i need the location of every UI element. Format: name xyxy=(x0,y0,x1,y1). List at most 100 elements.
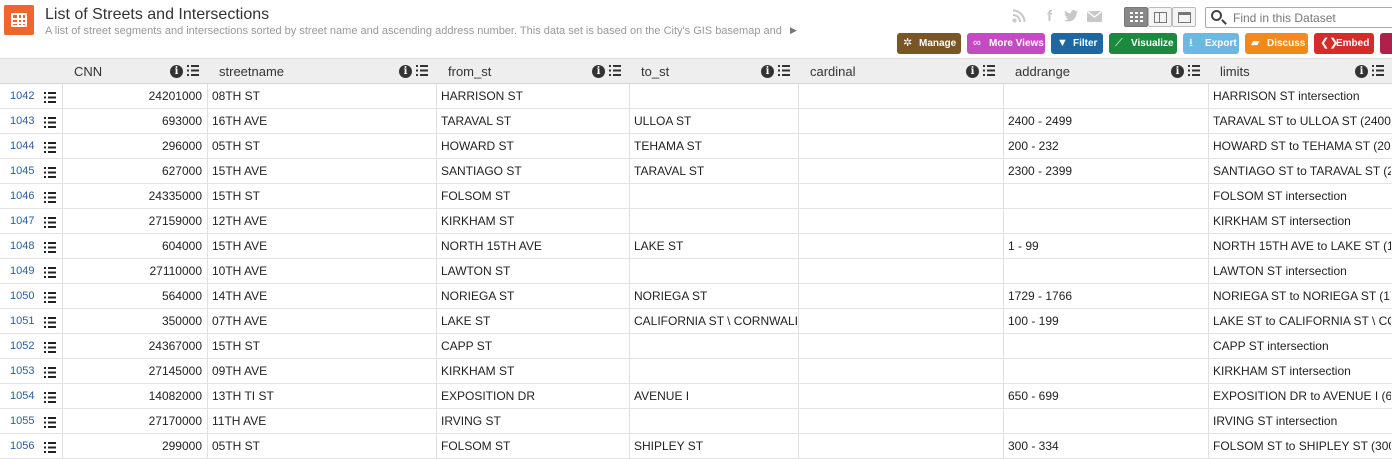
row-menu-icon[interactable] xyxy=(44,267,56,278)
table-row[interactable]: 1050 564000 14TH AVE NORIEGA ST NORIEGA ST 17… xyxy=(0,284,1392,309)
row-menu-icon[interactable] xyxy=(44,442,56,453)
row-number-link[interactable]: 1043 xyxy=(10,109,40,134)
row-number-link[interactable]: 1054 xyxy=(10,384,40,409)
binoculars-icon: ∞ xyxy=(973,37,981,49)
row-menu-icon[interactable] xyxy=(44,167,56,178)
table-view-button[interactable] xyxy=(1124,7,1148,27)
row-menu-icon[interactable] xyxy=(44,367,56,378)
table-row[interactable]: 1054 14082000 13TH TI ST EXPOSITION DR AVENU… xyxy=(0,384,1392,409)
export-button[interactable]: ⭳ Export xyxy=(1183,33,1239,54)
table-row[interactable]: 1056 299000 05TH ST FOLSOM ST SHIPLEY ST 300 … xyxy=(0,434,1392,459)
table-row[interactable]: 1052 24367000 15TH ST CAPP ST CAPP ST inters… xyxy=(0,334,1392,359)
column-header-label: cardinal xyxy=(810,64,856,79)
discuss-button[interactable]: ▰ Discuss xyxy=(1245,33,1308,54)
table-row[interactable]: 1049 27110000 10TH AVE LAWTON ST LAWTON ST i… xyxy=(0,259,1392,284)
row-menu-icon[interactable] xyxy=(44,192,56,203)
row-number-link[interactable]: 1048 xyxy=(10,234,40,259)
from-st-column-header[interactable]: from_st i xyxy=(436,59,629,84)
column-info-icon[interactable]: i xyxy=(1355,65,1368,78)
column-info-icon[interactable]: i xyxy=(966,65,979,78)
row-number-link[interactable]: 1042 xyxy=(10,84,40,109)
column-menu-icon[interactable] xyxy=(416,65,428,76)
cell-limits: KIRKHAM ST intersection xyxy=(1213,364,1351,378)
table-row[interactable]: 1055 27170000 11TH AVE IRVING ST IRVING ST i… xyxy=(0,409,1392,434)
column-info-icon[interactable]: i xyxy=(761,65,774,78)
row-number-link[interactable]: 1053 xyxy=(10,359,40,384)
cell-limits: HARRISON ST intersection xyxy=(1213,89,1360,103)
column-info-icon[interactable]: i xyxy=(170,65,183,78)
table-row[interactable]: 1043 693000 16TH AVE TARAVAL ST ULLOA ST 2400… xyxy=(0,109,1392,134)
row-number-link[interactable]: 1055 xyxy=(10,409,40,434)
facebook-icon[interactable]: f xyxy=(1047,8,1052,25)
row-menu-icon[interactable] xyxy=(44,292,56,303)
row-number-link[interactable]: 1050 xyxy=(10,284,40,309)
table-row[interactable]: 1047 27159000 12TH AVE KIRKHAM ST KIRKHAM ST… xyxy=(0,209,1392,234)
row-number-link[interactable]: 1045 xyxy=(10,159,40,184)
column-info-icon[interactable]: i xyxy=(592,65,605,78)
limits-column-header[interactable]: limits i xyxy=(1208,59,1392,84)
streetname-column-header[interactable]: streetname i xyxy=(207,59,436,84)
table-row[interactable]: 1046 24335000 15TH ST FOLSOM ST FOLSOM ST in… xyxy=(0,184,1392,209)
row-menu-icon[interactable] xyxy=(44,142,56,153)
search-input[interactable] xyxy=(1233,10,1392,25)
cell-addr: 2300 - 2399 xyxy=(1008,164,1073,178)
visualize-button[interactable]: ⟋ Visualize xyxy=(1109,33,1177,54)
row-menu-icon[interactable] xyxy=(44,392,56,403)
row-number-link[interactable]: 1046 xyxy=(10,184,40,209)
email-icon[interactable] xyxy=(1086,9,1103,25)
table-row[interactable]: 1051 350000 07TH AVE LAKE ST CALIFORNIA ST \… xyxy=(0,309,1392,334)
cnn-column-header[interactable]: CNN i xyxy=(62,59,207,84)
rss-icon[interactable] xyxy=(1012,9,1026,26)
table-row[interactable]: 1044 296000 05TH ST HOWARD ST TEHAMA ST 200 -… xyxy=(0,134,1392,159)
column-menu-icon[interactable] xyxy=(778,65,790,76)
row-number-link[interactable]: 1049 xyxy=(10,259,40,284)
split-view-button[interactable] xyxy=(1148,7,1172,27)
row-menu-icon[interactable] xyxy=(44,342,56,353)
page-title: List of Streets and Intersections xyxy=(45,6,270,23)
cell-cardinal xyxy=(803,409,1002,434)
chart-icon: ⟋ xyxy=(1115,37,1123,49)
row-menu-icon[interactable] xyxy=(44,117,56,128)
cell-addr xyxy=(1008,209,1207,234)
row-menu-icon[interactable] xyxy=(44,317,56,328)
row-number-link[interactable]: 1052 xyxy=(10,334,40,359)
row-menu-icon[interactable] xyxy=(44,217,56,228)
expand-description-icon[interactable]: ▶ xyxy=(790,25,797,36)
embed-button[interactable]: ❮❯ Embed xyxy=(1314,33,1374,54)
to-st-column-header[interactable]: to_st i xyxy=(629,59,798,84)
cell-cnn: 564000 xyxy=(161,289,202,303)
cell-to: TARAVAL ST xyxy=(634,164,705,178)
cell-to xyxy=(634,209,797,234)
cell-cardinal xyxy=(803,184,1002,209)
column-menu-icon[interactable] xyxy=(609,65,621,76)
page-view-button[interactable] xyxy=(1172,7,1196,27)
row-number-link[interactable]: 1047 xyxy=(10,209,40,234)
row-menu-icon[interactable] xyxy=(44,92,56,103)
column-info-icon[interactable]: i xyxy=(399,65,412,78)
row-number-link[interactable]: 1056 xyxy=(10,434,40,459)
cell-addr: 650 - 699 xyxy=(1008,389,1059,403)
row-number-link[interactable]: 1044 xyxy=(10,134,40,159)
table-row[interactable]: 1042 24201000 08TH ST HARRISON ST HARRISON S… xyxy=(0,84,1392,109)
more-actions-button[interactable] xyxy=(1380,33,1392,54)
more-views-button[interactable]: ∞ More Views xyxy=(967,33,1045,54)
row-number-link[interactable]: 1051 xyxy=(10,309,40,334)
table-row[interactable]: 1045 627000 15TH AVE SANTIAGO ST TARAVAL ST 2… xyxy=(0,159,1392,184)
column-menu-icon[interactable] xyxy=(1372,65,1384,76)
cell-limits: NORIEGA ST to NORIEGA ST (172 xyxy=(1213,289,1391,303)
dataset-search-box[interactable] xyxy=(1205,7,1392,28)
cardinal-column-header[interactable]: cardinal i xyxy=(798,59,1003,84)
table-row[interactable]: 1053 27145000 09TH AVE KIRKHAM ST KIRKHAM ST… xyxy=(0,359,1392,384)
cell-from: LAWTON ST xyxy=(441,264,511,278)
manage-button[interactable]: ✲ Manage xyxy=(897,33,961,54)
column-menu-icon[interactable] xyxy=(983,65,995,76)
table-row[interactable]: 1048 604000 15TH AVE NORTH 15TH AVE LAKE ST 1… xyxy=(0,234,1392,259)
filter-button[interactable]: ▼ Filter xyxy=(1051,33,1103,54)
row-menu-icon[interactable] xyxy=(44,417,56,428)
column-info-icon[interactable]: i xyxy=(1171,65,1184,78)
row-menu-icon[interactable] xyxy=(44,242,56,253)
addrange-column-header[interactable]: addrange i xyxy=(1003,59,1208,84)
twitter-icon[interactable] xyxy=(1064,9,1078,25)
column-menu-icon[interactable] xyxy=(1188,65,1200,76)
column-menu-icon[interactable] xyxy=(187,65,199,76)
